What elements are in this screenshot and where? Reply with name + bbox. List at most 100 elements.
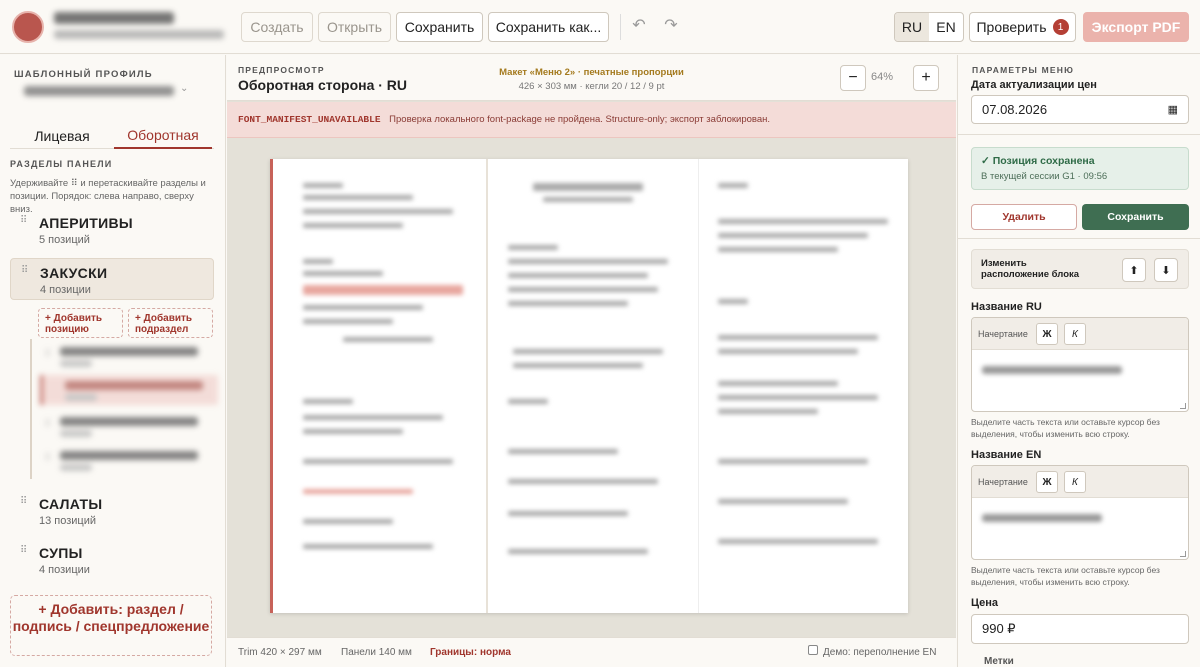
list-item[interactable]: ⠿	[38, 411, 216, 441]
tags-label: Метки	[984, 656, 1014, 667]
move-down-icon[interactable]: ⬇	[1154, 258, 1178, 282]
drag-handle-icon[interactable]: ⠿	[20, 545, 27, 556]
tab-back[interactable]: Оборотная	[114, 123, 212, 149]
name-en-label: Название EN	[971, 449, 1042, 461]
section-count: 4 позиции	[39, 564, 90, 576]
format-toolbar: Начертание Ж К	[972, 466, 1188, 498]
font-warning-banner: FONT_MANIFEST_UNAVAILABLE Проверка локал…	[227, 102, 956, 138]
preview-header: ПРЕДПРОСМОТР Оборотная сторона · RU Маке…	[227, 55, 956, 101]
warning-code: FONT_MANIFEST_UNAVAILABLE	[238, 114, 381, 125]
lang-ru-button[interactable]: RU	[895, 13, 929, 41]
add-subsection-button[interactable]: + Добавить подраздел	[128, 308, 213, 338]
trim-size: Trim 420 × 297 мм	[238, 647, 322, 658]
panel-fold	[698, 159, 699, 613]
section-aperitivy[interactable]: ⠿ АПЕРИТИВЫ 5 позиций	[10, 209, 214, 249]
divider	[958, 134, 1200, 135]
save-as-button[interactable]: Сохранить как...	[488, 12, 609, 42]
bold-button[interactable]: Ж	[1036, 323, 1058, 345]
app-logo	[12, 11, 44, 43]
section-supy[interactable]: ⠿ СУПЫ 4 позиции	[10, 539, 214, 579]
format-toolbar: Начертание Ж К	[972, 318, 1188, 350]
name-ru-editor[interactable]: Начертание Ж К	[971, 317, 1189, 412]
toolbar-divider	[620, 14, 621, 40]
check-count-badge: 1	[1052, 19, 1069, 35]
check-button[interactable]: Проверить 1	[969, 12, 1076, 42]
price-label: Цена	[971, 597, 999, 609]
lang-en-button[interactable]: EN	[929, 13, 963, 41]
list-item[interactable]: ⠿	[38, 445, 216, 475]
saved-title: ✓ Позиция сохранена	[981, 155, 1095, 167]
panel-size: Панели 140 мм	[341, 647, 412, 658]
italic-button[interactable]: К	[1064, 471, 1086, 493]
open-button[interactable]: Открыть	[318, 12, 391, 42]
divider	[958, 238, 1200, 239]
left-panel: ШАБЛОННЫЙ ПРОФИЛЬ ⌄ Лицевая Оборотная РА…	[0, 55, 226, 667]
delete-button[interactable]: Удалить	[971, 204, 1077, 230]
add-section-button[interactable]: + Добавить: раздел / подпись / спецпредл…	[10, 595, 212, 656]
check-label: Проверить	[976, 19, 1047, 35]
menu-preview-page[interactable]	[270, 159, 908, 613]
tab-front[interactable]: Лицевая	[22, 123, 102, 149]
saved-subtitle: В текущей сессии G1 · 09:56	[981, 171, 1108, 182]
top-toolbar: Создать Открыть Сохранить Сохранить как.…	[0, 0, 1200, 54]
demo-overflow-checkbox[interactable]	[808, 645, 818, 655]
section-count: 5 позиций	[39, 234, 90, 246]
resize-handle-icon[interactable]	[1180, 551, 1186, 557]
list-item-selected[interactable]	[40, 375, 218, 405]
chevron-down-icon[interactable]: ⌄	[180, 83, 188, 94]
calendar-icon[interactable]: ▦	[1168, 103, 1178, 116]
section-salaty[interactable]: ⠿ САЛАТЫ 13 позиций	[10, 490, 214, 530]
section-name: СУПЫ	[39, 545, 83, 561]
name-ru-text	[982, 366, 1122, 374]
reorder-label: Изменить расположение блока	[981, 258, 1080, 280]
price-value: 990 ₽	[982, 621, 1016, 636]
zoom-level: 64%	[871, 71, 894, 83]
section-count: 13 позиций	[39, 515, 97, 527]
demo-overflow-label: Демо: переполнение EN	[823, 647, 937, 658]
save-item-button[interactable]: Сохранить	[1082, 204, 1189, 230]
panel-fold	[486, 159, 488, 613]
name-ru-label: Название RU	[971, 301, 1042, 313]
section-name: ЗАКУСКИ	[40, 265, 108, 281]
profile-caption: ШАБЛОННЫЙ ПРОФИЛЬ	[14, 69, 153, 80]
help-text: Выделите часть текста или оставьте курсо…	[971, 417, 1160, 439]
price-date-input[interactable]: 07.08.2026 ▦	[971, 95, 1189, 124]
name-en-editor[interactable]: Начертание Ж К	[971, 465, 1189, 560]
preview-footer: Trim 420 × 297 мм Панели 140 мм Границы:…	[227, 637, 956, 667]
zoom-out-button[interactable]: −	[840, 65, 866, 91]
warning-message: Проверка локального font-package не прой…	[389, 114, 771, 125]
saved-notice: ✓ Позиция сохранена В текущей сессии G1 …	[971, 147, 1189, 190]
list-item[interactable]: ⠿	[38, 341, 216, 371]
profile-select[interactable]	[24, 86, 174, 96]
drag-handle-icon[interactable]: ⠿	[20, 215, 27, 226]
reorder-block: Изменить расположение блока ⬆ ⬇	[971, 249, 1189, 289]
bounds-status: Границы: норма	[430, 647, 511, 658]
sections-caption: РАЗДЕЛЫ ПАНЕЛИ	[10, 159, 113, 169]
side-tabs: Лицевая Оборотная	[10, 123, 214, 149]
section-zakuski[interactable]: ⠿ ЗАКУСКИ 4 позиции	[10, 258, 214, 300]
bold-button[interactable]: Ж	[1036, 471, 1058, 493]
price-date-value: 07.08.2026	[982, 102, 1048, 117]
preview-panel: ПРЕДПРОСМОТР Оборотная сторона · RU Маке…	[227, 55, 956, 667]
app-root: Создать Открыть Сохранить Сохранить как.…	[0, 0, 1200, 667]
create-button[interactable]: Создать	[241, 12, 313, 42]
save-button[interactable]: Сохранить	[396, 12, 483, 42]
move-up-icon[interactable]: ⬆	[1122, 258, 1146, 282]
undo-icon[interactable]: ↶	[630, 16, 648, 36]
right-panel: ПАРАМЕТРЫ МЕНЮ Дата актуализации цен 07.…	[957, 55, 1200, 667]
date-label: Дата актуализации цен	[971, 79, 1097, 91]
help-text: Выделите часть текста или оставьте курсо…	[971, 565, 1160, 587]
params-caption: ПАРАМЕТРЫ МЕНЮ	[972, 65, 1075, 75]
add-position-button[interactable]: + Добавить позицию	[38, 308, 123, 338]
export-pdf-button[interactable]: Экспорт PDF	[1083, 12, 1189, 42]
drag-handle-icon[interactable]: ⠿	[21, 265, 28, 276]
app-name	[54, 12, 174, 24]
language-switch: RU EN	[894, 12, 964, 42]
resize-handle-icon[interactable]	[1180, 403, 1186, 409]
name-en-text	[982, 514, 1102, 522]
price-input[interactable]: 990 ₽	[971, 614, 1189, 644]
italic-button[interactable]: К	[1064, 323, 1086, 345]
drag-handle-icon[interactable]: ⠿	[20, 496, 27, 507]
zoom-in-button[interactable]: +	[913, 65, 939, 91]
redo-icon[interactable]: ↷	[662, 16, 680, 36]
